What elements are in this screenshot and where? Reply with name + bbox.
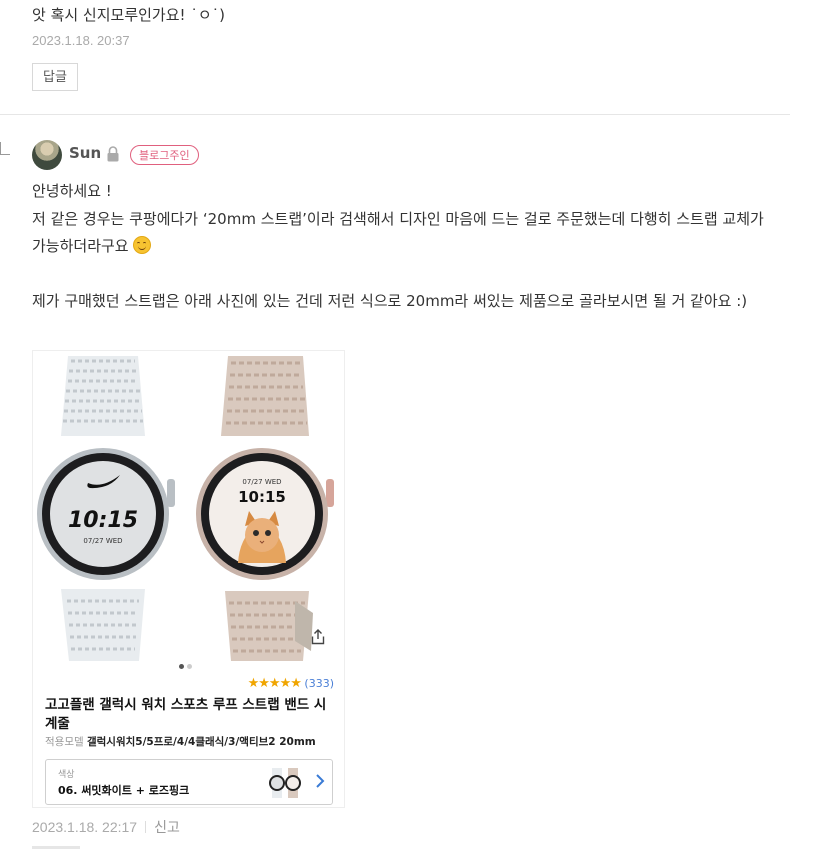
- username[interactable]: Sun: [69, 144, 101, 162]
- compatible-models: 적용모델 갤럭시워치5/5프로/4/4클래식/3/액티브2 20mm: [45, 734, 316, 749]
- model-label: 적용모델: [45, 736, 84, 748]
- option-value: 06. 써밋화이트 + 로즈핑크: [58, 784, 190, 797]
- product-title: 고고플랜 갤럭시 워치 스포츠 루프 스트랩 밴드 시계줄: [45, 697, 327, 732]
- carousel-dots[interactable]: [179, 654, 195, 673]
- previous-comment-text: 앗 혹시 신지모루인가요! ˙ㅇ˙): [32, 6, 225, 24]
- watch-photo: 10:15 07/27 WED 07/27 WED 10:15: [33, 351, 344, 671]
- carousel-dot[interactable]: [187, 664, 192, 669]
- model-value: 갤럭시워치5/5프로/4/4클래식/3/액티브2 20mm: [86, 736, 316, 748]
- right-watch-time: 10:15: [238, 488, 286, 506]
- right-watch-date: 07/27 WED: [242, 478, 281, 486]
- carousel-dot[interactable]: [179, 664, 184, 669]
- product-screenshot-image[interactable]: 10:15 07/27 WED 07/27 WED 10:15 ★★★★★ (3…: [32, 350, 345, 808]
- comment-divider: [0, 114, 790, 115]
- share-icon[interactable]: [310, 629, 326, 645]
- color-option-selector[interactable]: 색상 06. 써밋화이트 + 로즈핑크: [45, 759, 333, 805]
- star-rating-icon: ★★★★★: [247, 676, 302, 691]
- review-count: (333): [304, 677, 334, 690]
- rating: ★★★★★ (333): [248, 676, 334, 691]
- left-watch-date: 07/27 WED: [83, 537, 122, 545]
- reply-indicator-icon: [0, 142, 10, 155]
- option-label: 색상: [58, 770, 75, 780]
- comment-meta: 2023.1.18. 22:17 신고: [32, 817, 180, 837]
- reply-button[interactable]: 답글: [32, 63, 78, 91]
- lock-icon: [107, 146, 119, 162]
- watch-thumbnail: [269, 768, 301, 798]
- blog-owner-badge: 블로그주인: [130, 145, 199, 165]
- comment-line: 저 같은 경우는 쿠팡에다가 ‘20mm 스트랩’이라 검색해서 디자인 마음에…: [32, 209, 764, 256]
- reply-timestamp: 2023.1.18. 22:17: [32, 819, 138, 835]
- avatar[interactable]: [32, 140, 62, 170]
- previous-comment-timestamp: 2023.1.18. 20:37: [32, 33, 130, 48]
- left-watch-time: 10:15: [68, 508, 138, 533]
- meta-divider: [145, 821, 147, 833]
- comment-line: 제가 구매했던 스트랩은 아래 사진에 있는 건데 저런 식으로 20mm라 써…: [32, 292, 748, 310]
- comment-line: 안녕하세요 !: [32, 182, 112, 200]
- comment-body: 안녕하세요 ! 저 같은 경우는 쿠팡에다가 ‘20mm 스트랩’이라 검색해서…: [32, 178, 782, 316]
- smile-emoji-icon: [133, 236, 152, 254]
- chevron-right-icon: [316, 774, 325, 788]
- report-link[interactable]: 신고: [154, 819, 180, 835]
